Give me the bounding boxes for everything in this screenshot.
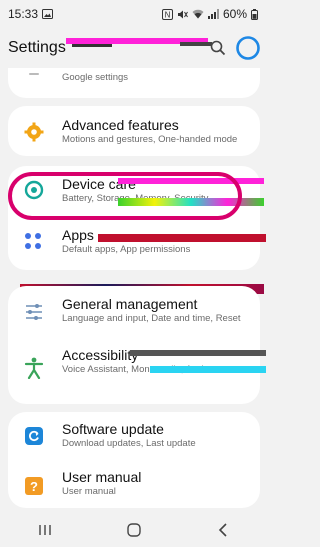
- signal-icon: [207, 9, 219, 19]
- settings-row-subtitle: User manual: [62, 486, 116, 497]
- settings-row-title: Software update: [62, 421, 164, 437]
- settings-row-subtitle: Download updates, Last update: [62, 438, 196, 449]
- nfc-icon: N: [161, 8, 173, 20]
- home-button[interactable]: [109, 515, 159, 545]
- settings-row-software-update[interactable]: Software update Download updates, Last u…: [8, 412, 260, 460]
- settings-row-user-manual[interactable]: ? User manual User manual: [8, 460, 260, 508]
- settings-row-google[interactable]: Google settings: [8, 68, 260, 98]
- recents-button[interactable]: [20, 515, 70, 545]
- settings-row-subtitle: Google settings: [62, 72, 129, 83]
- general-management-icon: [22, 300, 46, 324]
- battery-percent: 60%: [222, 7, 247, 21]
- settings-row-title: General management: [62, 296, 198, 312]
- card-google: Google settings: [8, 68, 260, 98]
- navigation-bar: [0, 513, 268, 547]
- battery-icon: [251, 8, 258, 20]
- software-update-icon: [22, 424, 46, 448]
- status-time: 15:33: [8, 7, 39, 21]
- account-avatar-icon[interactable]: [236, 36, 260, 60]
- recents-icon: [38, 524, 52, 536]
- back-icon: [218, 523, 228, 537]
- card-general: General management Language and input, D…: [8, 286, 260, 404]
- settings-row-apps[interactable]: Apps Default apps, App permissions: [8, 218, 260, 270]
- status-bar: 15:33 N 60%: [0, 0, 268, 28]
- render-artifact: [150, 366, 266, 373]
- settings-row-general-management[interactable]: General management Language and input, D…: [8, 286, 260, 336]
- svg-text:N: N: [165, 10, 171, 19]
- card-advanced: Advanced features Motions and gestures, …: [8, 106, 260, 156]
- advanced-features-icon: [22, 120, 46, 144]
- card-software: Software update Download updates, Last u…: [8, 412, 260, 508]
- back-button[interactable]: [198, 515, 248, 545]
- mute-icon: [177, 9, 188, 20]
- accessibility-icon: [22, 356, 46, 380]
- settings-row-subtitle: Default apps, App permissions: [62, 244, 191, 255]
- render-artifact: [130, 350, 266, 356]
- google-icon: [22, 68, 46, 86]
- search-icon[interactable]: [210, 40, 226, 56]
- user-manual-icon: ?: [22, 474, 46, 498]
- home-icon: [127, 523, 141, 537]
- render-artifact: [72, 44, 112, 47]
- render-artifact: [180, 42, 212, 46]
- apps-icon: [22, 230, 46, 254]
- page-title: Settings: [8, 39, 66, 56]
- settings-row-advanced-features[interactable]: Advanced features Motions and gestures, …: [8, 106, 260, 156]
- app-bar: Settings: [0, 28, 268, 68]
- render-artifact: [98, 234, 266, 242]
- settings-row-subtitle: Language and input, Date and time, Reset: [62, 313, 241, 324]
- settings-row-title: Advanced features: [62, 117, 179, 133]
- settings-row-title: User manual: [62, 469, 142, 485]
- wifi-icon: [192, 9, 204, 19]
- annotation-highlight: [8, 172, 242, 220]
- gallery-notification-icon: [42, 9, 54, 19]
- settings-row-subtitle: Motions and gestures, One-handed mode: [62, 134, 238, 145]
- svg-text:?: ?: [30, 479, 38, 494]
